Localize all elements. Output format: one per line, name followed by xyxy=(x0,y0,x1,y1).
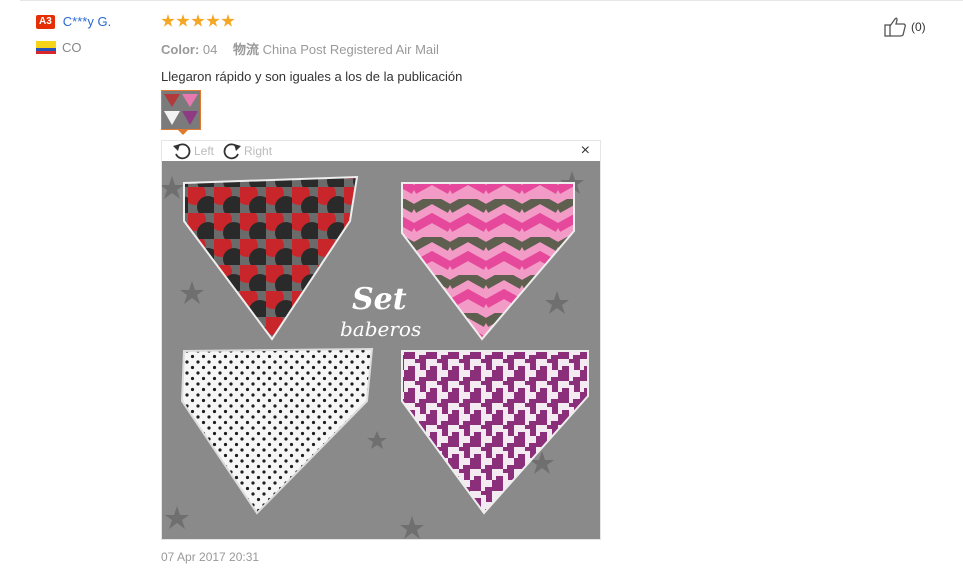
thumbs-up-icon xyxy=(884,17,906,37)
review-text: Llegaron rápido y son iguales a los de l… xyxy=(161,69,463,84)
close-viewer-button[interactable]: × xyxy=(581,142,590,160)
rotate-left-label: Left xyxy=(194,144,215,158)
photo-caption-set: Set xyxy=(352,282,407,317)
color-label: Color: xyxy=(161,42,200,57)
viewer-toolbar: Left Right × xyxy=(162,141,600,161)
review-photo: Set baberos xyxy=(162,161,600,539)
star-icon xyxy=(191,14,205,27)
star-icon xyxy=(206,14,220,27)
shipping-label: 物流 xyxy=(233,42,260,57)
star-icon xyxy=(221,14,235,27)
order-properties: Color: 04 物流 China Post Registered Air M… xyxy=(161,39,921,58)
buyer-level-badge: A3 xyxy=(36,14,55,29)
helpful-button[interactable]: (0) xyxy=(884,16,926,38)
colombia-flag-icon xyxy=(36,41,56,54)
thumbnail-pointer xyxy=(177,129,189,135)
rotate-right-button[interactable]: Right xyxy=(222,142,272,160)
reviewer-name[interactable]: C***y G. xyxy=(63,14,111,29)
star-icon xyxy=(161,14,175,27)
review-date: 07 Apr 2017 20:31 xyxy=(161,550,260,564)
reviewer-country: CO xyxy=(62,40,82,55)
photo-caption-baberos: baberos xyxy=(340,317,421,341)
shipping-value: China Post Registered Air Mail xyxy=(262,42,439,57)
color-value: 04 xyxy=(202,42,218,57)
review-photo-thumbnail[interactable] xyxy=(161,90,201,130)
reviewer-info: A3 C***y G. CO xyxy=(36,14,111,55)
rotate-left-icon xyxy=(173,143,191,160)
review-content: Color: 04 物流 China Post Registered Air M… xyxy=(161,14,921,564)
helpful-count: (0) xyxy=(911,20,926,34)
photo-viewer: Left Right × Set baberos xyxy=(161,140,601,540)
star-icon xyxy=(176,14,190,27)
star-rating xyxy=(161,14,921,30)
rotate-left-button[interactable]: Left xyxy=(172,142,214,160)
rotate-right-label: Right xyxy=(244,144,273,158)
top-divider xyxy=(20,0,963,1)
rotate-right-icon xyxy=(223,143,242,160)
